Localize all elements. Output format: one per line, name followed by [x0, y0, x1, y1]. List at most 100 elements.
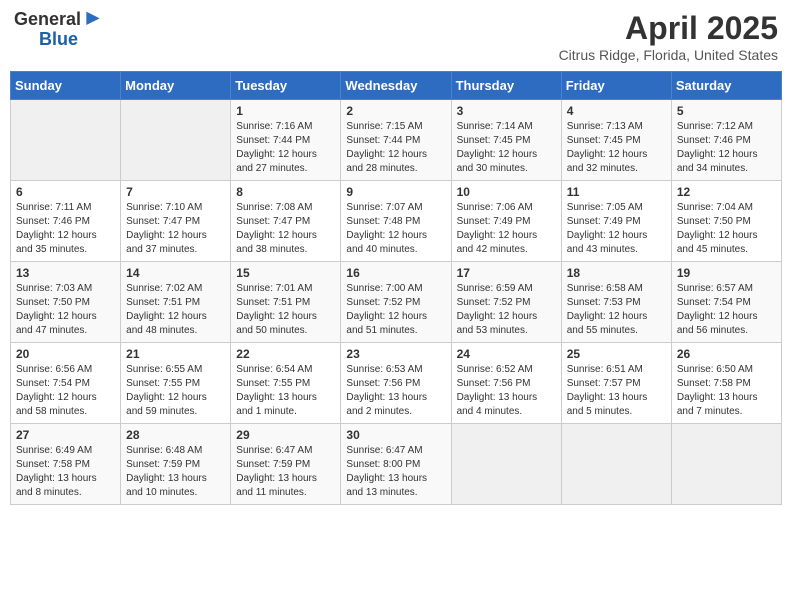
day-number: 13 — [16, 266, 115, 280]
calendar-cell — [561, 424, 671, 505]
day-number: 16 — [346, 266, 445, 280]
column-header-monday: Monday — [121, 72, 231, 100]
calendar-cell: 2Sunrise: 7:15 AM Sunset: 7:44 PM Daylig… — [341, 100, 451, 181]
logo-blue: Blue — [39, 30, 78, 50]
day-number: 1 — [236, 104, 335, 118]
day-number: 25 — [567, 347, 666, 361]
day-info: Sunrise: 6:59 AM Sunset: 7:52 PM Dayligh… — [457, 282, 556, 338]
day-info: Sunrise: 7:10 AM Sunset: 7:47 PM Dayligh… — [126, 201, 225, 257]
calendar-cell: 11 Sunrise: 7:05 AM Sunset: 7:49 PM Dayli… — [561, 181, 671, 262]
calendar-cell: 7 Sunrise: 7:10 AM Sunset: 7:47 PM Daylig… — [121, 181, 231, 262]
page-header: General Blue April 2025 Citrus Ridge, Fl… — [10, 10, 782, 63]
calendar-cell: 20 Sunrise: 6:56 AM Sunset: 7:54 PM Dayli… — [11, 343, 121, 424]
calendar-cell: 24 Sunrise: 6:52 AM Sunset: 7:56 PM Dayli… — [451, 343, 561, 424]
calendar-cell — [451, 424, 561, 505]
calendar-cell — [121, 100, 231, 181]
calendar-cell: 16 Sunrise: 7:00 AM Sunset: 7:52 PM Dayli… — [341, 262, 451, 343]
calendar-week-3: 13 Sunrise: 7:03 AM Sunset: 7:50 PM Dayli… — [11, 262, 782, 343]
calendar-cell: 17 Sunrise: 6:59 AM Sunset: 7:52 PM Dayli… — [451, 262, 561, 343]
day-number: 21 — [126, 347, 225, 361]
day-number: 28 — [126, 428, 225, 442]
day-number: 22 — [236, 347, 335, 361]
day-info: Sunrise: 7:05 AM Sunset: 7:49 PM Dayligh… — [567, 201, 666, 257]
calendar-cell: 25 Sunrise: 6:51 AM Sunset: 7:57 PM Dayli… — [561, 343, 671, 424]
day-number: 8 — [236, 185, 335, 199]
day-number: 14 — [126, 266, 225, 280]
calendar-week-5: 27Sunrise: 6:49 AM Sunset: 7:58 PM Dayli… — [11, 424, 782, 505]
day-info: Sunrise: 6:54 AM Sunset: 7:55 PM Dayligh… — [236, 363, 335, 419]
calendar-week-1: 1Sunrise: 7:16 AM Sunset: 7:44 PM Daylig… — [11, 100, 782, 181]
calendar-cell: 28 Sunrise: 6:48 AM Sunset: 7:59 PM Dayli… — [121, 424, 231, 505]
day-info: Sunrise: 7:04 AM Sunset: 7:50 PM Dayligh… — [677, 201, 776, 257]
logo-general: General — [14, 10, 81, 30]
day-number: 2 — [346, 104, 445, 118]
day-number: 5 — [677, 104, 776, 118]
day-info: Sunrise: 7:07 AM Sunset: 7:48 PM Dayligh… — [346, 201, 445, 257]
day-number: 20 — [16, 347, 115, 361]
day-number: 9 — [346, 185, 445, 199]
column-header-thursday: Thursday — [451, 72, 561, 100]
day-info: Sunrise: 7:12 AM Sunset: 7:46 PM Dayligh… — [677, 120, 776, 176]
day-number: 26 — [677, 347, 776, 361]
calendar-week-4: 20 Sunrise: 6:56 AM Sunset: 7:54 PM Dayli… — [11, 343, 782, 424]
calendar-cell: 30 Sunrise: 6:47 AM Sunset: 8:00 PM Dayli… — [341, 424, 451, 505]
calendar-header-row: SundayMondayTuesdayWednesdayThursdayFrid… — [11, 72, 782, 100]
day-number: 10 — [457, 185, 556, 199]
calendar-table: SundayMondayTuesdayWednesdayThursdayFrid… — [10, 71, 782, 505]
day-info: Sunrise: 7:11 AM Sunset: 7:46 PM Dayligh… — [16, 201, 115, 257]
day-number: 7 — [126, 185, 225, 199]
day-info: Sunrise: 7:06 AM Sunset: 7:49 PM Dayligh… — [457, 201, 556, 257]
day-info: Sunrise: 6:55 AM Sunset: 7:55 PM Dayligh… — [126, 363, 225, 419]
day-number: 17 — [457, 266, 556, 280]
calendar-cell — [11, 100, 121, 181]
column-header-wednesday: Wednesday — [341, 72, 451, 100]
day-number: 24 — [457, 347, 556, 361]
day-info: Sunrise: 6:47 AM Sunset: 8:00 PM Dayligh… — [346, 444, 445, 500]
title-block: April 2025 Citrus Ridge, Florida, United… — [559, 10, 778, 63]
calendar-cell: 27Sunrise: 6:49 AM Sunset: 7:58 PM Dayli… — [11, 424, 121, 505]
day-info: Sunrise: 7:14 AM Sunset: 7:45 PM Dayligh… — [457, 120, 556, 176]
day-info: Sunrise: 7:02 AM Sunset: 7:51 PM Dayligh… — [126, 282, 225, 338]
day-number: 3 — [457, 104, 556, 118]
calendar-cell: 18 Sunrise: 6:58 AM Sunset: 7:53 PM Dayli… — [561, 262, 671, 343]
day-info: Sunrise: 7:01 AM Sunset: 7:51 PM Dayligh… — [236, 282, 335, 338]
calendar-cell — [671, 424, 781, 505]
calendar-cell: 12 Sunrise: 7:04 AM Sunset: 7:50 PM Dayli… — [671, 181, 781, 262]
day-number: 12 — [677, 185, 776, 199]
column-header-saturday: Saturday — [671, 72, 781, 100]
day-info: Sunrise: 7:03 AM Sunset: 7:50 PM Dayligh… — [16, 282, 115, 338]
day-info: Sunrise: 6:53 AM Sunset: 7:56 PM Dayligh… — [346, 363, 445, 419]
calendar-cell: 4Sunrise: 7:13 AM Sunset: 7:45 PM Daylig… — [561, 100, 671, 181]
calendar-cell: 14 Sunrise: 7:02 AM Sunset: 7:51 PM Dayli… — [121, 262, 231, 343]
day-number: 19 — [677, 266, 776, 280]
day-number: 11 — [567, 185, 666, 199]
calendar-cell: 6 Sunrise: 7:11 AM Sunset: 7:46 PM Daylig… — [11, 181, 121, 262]
day-info: Sunrise: 6:48 AM Sunset: 7:59 PM Dayligh… — [126, 444, 225, 500]
day-info: Sunrise: 7:00 AM Sunset: 7:52 PM Dayligh… — [346, 282, 445, 338]
calendar-cell: 13 Sunrise: 7:03 AM Sunset: 7:50 PM Dayli… — [11, 262, 121, 343]
calendar-cell: 5 Sunrise: 7:12 AM Sunset: 7:46 PM Daylig… — [671, 100, 781, 181]
day-info: Sunrise: 6:50 AM Sunset: 7:58 PM Dayligh… — [677, 363, 776, 419]
column-header-tuesday: Tuesday — [231, 72, 341, 100]
day-info: Sunrise: 6:52 AM Sunset: 7:56 PM Dayligh… — [457, 363, 556, 419]
calendar-cell: 3 Sunrise: 7:14 AM Sunset: 7:45 PM Daylig… — [451, 100, 561, 181]
day-number: 15 — [236, 266, 335, 280]
day-info: Sunrise: 6:56 AM Sunset: 7:54 PM Dayligh… — [16, 363, 115, 419]
month-year-title: April 2025 — [559, 10, 778, 47]
location-subtitle: Citrus Ridge, Florida, United States — [559, 47, 778, 63]
calendar-cell: 9 Sunrise: 7:07 AM Sunset: 7:48 PM Daylig… — [341, 181, 451, 262]
logo: General Blue — [14, 10, 103, 50]
day-number: 18 — [567, 266, 666, 280]
day-number: 6 — [16, 185, 115, 199]
calendar-cell: 8Sunrise: 7:08 AM Sunset: 7:47 PM Daylig… — [231, 181, 341, 262]
day-number: 30 — [346, 428, 445, 442]
day-number: 23 — [346, 347, 445, 361]
calendar-cell: 1Sunrise: 7:16 AM Sunset: 7:44 PM Daylig… — [231, 100, 341, 181]
column-header-friday: Friday — [561, 72, 671, 100]
day-info: Sunrise: 7:13 AM Sunset: 7:45 PM Dayligh… — [567, 120, 666, 176]
day-info: Sunrise: 6:58 AM Sunset: 7:53 PM Dayligh… — [567, 282, 666, 338]
calendar-cell: 23 Sunrise: 6:53 AM Sunset: 7:56 PM Dayli… — [341, 343, 451, 424]
day-number: 29 — [236, 428, 335, 442]
calendar-cell: 21 Sunrise: 6:55 AM Sunset: 7:55 PM Dayli… — [121, 343, 231, 424]
day-info: Sunrise: 6:51 AM Sunset: 7:57 PM Dayligh… — [567, 363, 666, 419]
